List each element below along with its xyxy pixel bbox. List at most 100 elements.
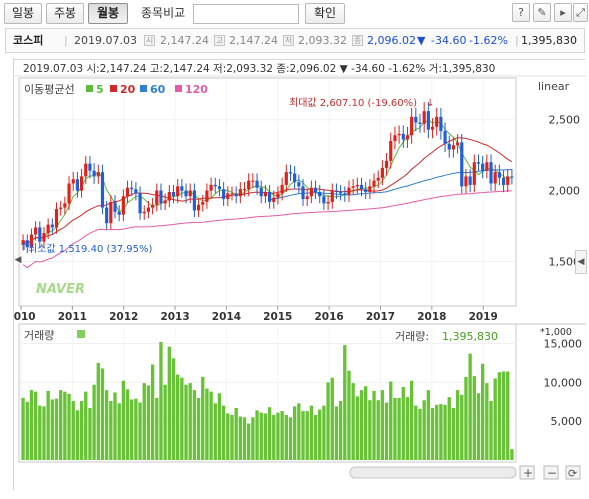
volume-bar xyxy=(150,364,155,460)
candle-body xyxy=(334,190,339,192)
volume-bar xyxy=(347,370,351,460)
candle-body xyxy=(439,116,443,132)
tab-monthly[interactable]: 월봉 xyxy=(88,3,128,24)
volume-bar xyxy=(372,390,376,460)
candle-body xyxy=(339,192,343,194)
volume-bar xyxy=(163,384,167,460)
quote-low: 2,093.32 xyxy=(298,34,347,47)
candle-body xyxy=(167,192,171,201)
volume-bar xyxy=(343,345,347,460)
volume-bar xyxy=(155,397,159,460)
volume-bar xyxy=(255,410,259,460)
volume-bar xyxy=(485,383,489,460)
candle-body xyxy=(464,176,468,187)
volume-bar xyxy=(213,403,217,460)
volume-bar xyxy=(221,405,226,460)
candle-body xyxy=(184,190,188,197)
volume-bar xyxy=(209,391,213,460)
candle-body xyxy=(34,227,38,235)
separator: | xyxy=(515,34,519,47)
year-tick-label: 2017 xyxy=(366,311,395,323)
candle-body xyxy=(38,227,42,242)
candle-body xyxy=(485,162,489,171)
hint-icon[interactable]: ? xyxy=(512,3,530,22)
compare-input[interactable] xyxy=(193,4,299,24)
year-tick-label: 2018 xyxy=(417,311,446,323)
candle-body xyxy=(226,193,230,200)
candle-body xyxy=(481,163,485,171)
ma20-label: 20 xyxy=(120,83,136,96)
candle-body xyxy=(100,172,105,208)
candle-body xyxy=(313,187,318,192)
volume-bar xyxy=(376,400,380,460)
candle-body xyxy=(113,201,117,212)
volume-bar xyxy=(380,390,385,460)
ma60-swatch xyxy=(140,85,147,92)
volume-bar xyxy=(280,411,284,460)
candle-body xyxy=(355,184,359,187)
candle-body xyxy=(293,173,297,183)
volume-bar xyxy=(50,399,55,460)
volume-bar xyxy=(104,390,109,460)
candle-body xyxy=(410,116,414,136)
candle-body xyxy=(196,204,201,211)
volume-bar xyxy=(447,397,451,460)
candle-body xyxy=(242,189,247,191)
candle-body xyxy=(96,172,100,177)
candle-body xyxy=(301,186,305,200)
tab-weekly[interactable]: 주봉 xyxy=(46,3,84,24)
draw-icon[interactable]: ✎ xyxy=(533,3,551,22)
confirm-button[interactable]: 확인 xyxy=(305,3,345,24)
quote-open: 2,147.24 xyxy=(160,34,209,47)
tab-daily[interactable]: 일봉 xyxy=(4,3,42,24)
volume-bar xyxy=(46,390,50,460)
candle-body xyxy=(234,193,238,197)
scroll-right-icon[interactable]: ◀ xyxy=(575,250,587,274)
candle-body xyxy=(92,170,96,177)
volume-bar xyxy=(364,386,368,460)
candle-body xyxy=(347,187,351,195)
candle-body xyxy=(497,172,501,178)
candle-body xyxy=(493,172,497,184)
candle-body xyxy=(364,189,368,192)
expand-icon[interactable]: ⤢ xyxy=(573,3,588,22)
scale-mode[interactable]: linear xyxy=(538,80,570,93)
volume-bar xyxy=(422,400,426,460)
volume-bar xyxy=(67,394,71,460)
candle-body xyxy=(59,207,63,210)
volume-legend-swatch xyxy=(77,330,85,338)
candle-body xyxy=(84,163,88,177)
candle-body xyxy=(272,197,276,202)
candle-body xyxy=(284,172,288,185)
candle-body xyxy=(130,187,134,190)
candle-body xyxy=(456,142,460,146)
candle-body xyxy=(138,193,142,214)
candle-body xyxy=(506,176,510,185)
volume-bar xyxy=(301,411,305,460)
compare-label: 종목비교 xyxy=(141,6,186,20)
volume-bar xyxy=(414,405,418,460)
candle-body xyxy=(447,143,451,150)
volume-tick-label: 15,000 xyxy=(544,338,583,351)
volume-bar xyxy=(501,371,506,460)
volume-bar xyxy=(480,363,485,460)
volume-bar xyxy=(351,383,355,460)
year-tick-label: 2012 xyxy=(109,311,138,323)
scroll-left-icon[interactable]: ◀ xyxy=(13,250,23,270)
volume-bar xyxy=(242,417,247,460)
candle-body xyxy=(322,196,326,204)
volume-bar xyxy=(251,417,255,460)
candle-body xyxy=(151,204,155,208)
volume-bar xyxy=(401,387,405,460)
chart-scrollbar[interactable] xyxy=(349,466,517,479)
candle-body xyxy=(105,207,109,224)
volume-bar xyxy=(167,346,171,460)
volume-bar xyxy=(284,414,288,460)
volume-bar xyxy=(468,353,472,460)
volume-bar xyxy=(292,406,297,460)
cursor-icon[interactable]: ▸ xyxy=(554,3,572,22)
volume-bar xyxy=(455,390,460,460)
chart-canvas[interactable]: 2019.07.03 시:2,147.24 고:2,147.24 저:2,093… xyxy=(14,60,586,491)
candle-body xyxy=(213,184,217,187)
candle-body xyxy=(75,179,79,191)
